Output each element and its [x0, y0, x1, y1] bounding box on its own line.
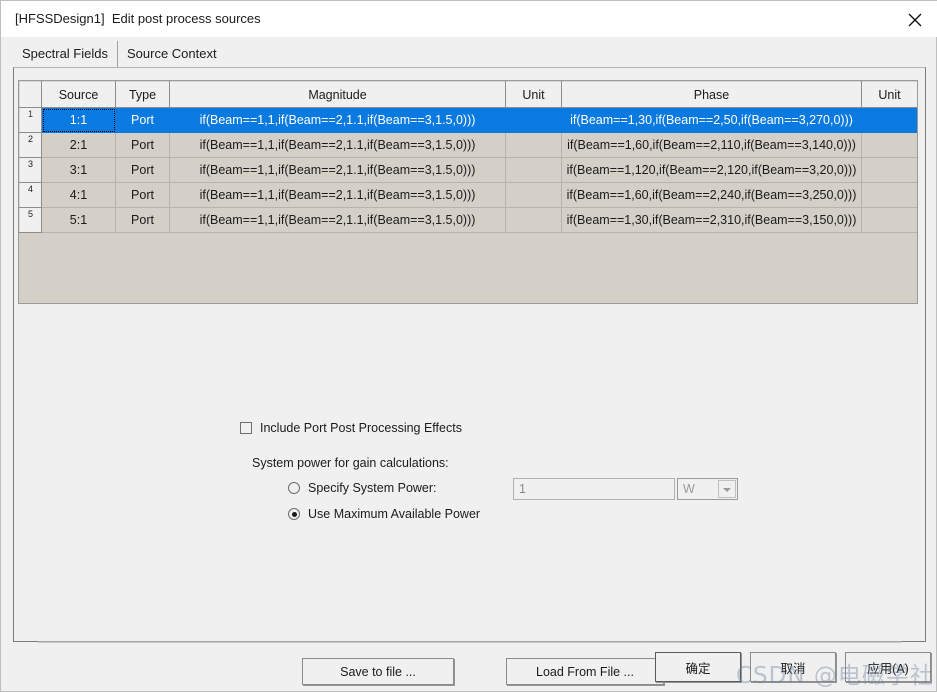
cell-type[interactable]: Port — [115, 182, 170, 208]
cell-magnitude[interactable]: if(Beam==1,1,if(Beam==2,1.1,if(Beam==3,1… — [169, 207, 506, 233]
column-header-phase[interactable]: Phase — [561, 81, 862, 108]
tab-strip: Spectral Fields Source Context — [13, 41, 226, 67]
column-header-corner — [19, 81, 42, 108]
checkbox-label: Include Port Post Processing Effects — [260, 421, 462, 435]
row-number[interactable]: 3 — [19, 157, 42, 183]
include-port-post-processing-effects-checkbox[interactable]: Include Port Post Processing Effects — [240, 421, 462, 435]
spectral-fields-panel: Source Type Magnitude Unit Phase Unit 1 … — [13, 67, 926, 685]
cancel-button[interactable]: 取消 — [750, 652, 836, 682]
cell-unit-phase[interactable] — [861, 207, 917, 233]
power-unit-select[interactable]: W — [677, 478, 738, 500]
column-header-source[interactable]: Source — [41, 81, 116, 108]
cell-magnitude[interactable]: if(Beam==1,1,if(Beam==2,1.1,if(Beam==3,1… — [169, 157, 506, 183]
cell-phase[interactable]: if(Beam==1,60,if(Beam==2,110,if(Beam==3,… — [561, 132, 862, 158]
cell-phase[interactable]: if(Beam==1,60,if(Beam==2,240,if(Beam==3,… — [561, 182, 862, 208]
cell-unit-magnitude[interactable] — [505, 207, 562, 233]
radio-button — [288, 508, 300, 520]
system-power-label: System power for gain calculations: — [252, 456, 449, 470]
row-number[interactable]: 4 — [19, 182, 42, 208]
cell-unit-phase[interactable] — [861, 107, 917, 133]
table-row[interactable]: 4 4:1 Port if(Beam==1,1,if(Beam==2,1.1,i… — [19, 182, 917, 208]
radio-use-maximum-available-power[interactable]: Use Maximum Available Power — [288, 507, 480, 521]
sources-table: Source Type Magnitude Unit Phase Unit 1 … — [19, 81, 917, 233]
sources-grid[interactable]: Source Type Magnitude Unit Phase Unit 1 … — [18, 80, 918, 304]
row-number[interactable]: 5 — [19, 207, 42, 233]
row-number[interactable]: 1 — [19, 107, 42, 133]
cell-source[interactable]: 4:1 — [41, 182, 116, 208]
apply-button[interactable]: 应用(A) — [845, 652, 931, 682]
radio-label: Use Maximum Available Power — [308, 507, 481, 521]
table-header-row: Source Type Magnitude Unit Phase Unit — [19, 81, 917, 108]
ok-button[interactable]: 确定 — [655, 652, 741, 682]
table-row[interactable]: 2 2:1 Port if(Beam==1,1,if(Beam==2,1.1,i… — [19, 132, 917, 158]
column-header-type[interactable]: Type — [115, 81, 170, 108]
checkbox-box — [240, 422, 252, 434]
cell-type[interactable]: Port — [115, 132, 170, 158]
cell-unit-magnitude[interactable] — [505, 157, 562, 183]
cell-unit-magnitude[interactable] — [505, 132, 562, 158]
title-bar: [HFSSDesign1] Edit post process sources — [1, 1, 937, 37]
system-power-input[interactable] — [513, 478, 675, 500]
cell-phase[interactable]: if(Beam==1,30,if(Beam==2,50,if(Beam==3,2… — [561, 107, 862, 133]
cell-source[interactable]: 3:1 — [41, 157, 116, 183]
cell-unit-magnitude[interactable] — [505, 182, 562, 208]
column-header-unit-phase[interactable]: Unit — [861, 81, 917, 108]
edit-post-process-sources-dialog: [HFSSDesign1] Edit post process sources … — [0, 0, 937, 692]
cell-unit-phase[interactable] — [861, 132, 917, 158]
load-from-file-button[interactable]: Load From File ... — [506, 658, 664, 685]
cell-unit-magnitude[interactable] — [505, 107, 562, 133]
cell-phase[interactable]: if(Beam==1,30,if(Beam==2,310,if(Beam==3,… — [561, 207, 862, 233]
cell-type[interactable]: Port — [115, 207, 170, 233]
close-icon — [908, 13, 922, 27]
table-row[interactable]: 3 3:1 Port if(Beam==1,1,if(Beam==2,1.1,i… — [19, 157, 917, 183]
cell-magnitude[interactable]: if(Beam==1,1,if(Beam==2,1.1,if(Beam==3,1… — [169, 107, 506, 133]
close-button[interactable] — [892, 1, 937, 37]
cell-phase[interactable]: if(Beam==1,120,if(Beam==2,120,if(Beam==3… — [561, 157, 862, 183]
cell-unit-phase[interactable] — [861, 182, 917, 208]
cell-source[interactable]: 1:1 — [41, 107, 116, 133]
power-unit-value: W — [683, 482, 695, 496]
table-row[interactable]: 1 1:1 Port if(Beam==1,1,if(Beam==2,1.1,i… — [19, 107, 917, 133]
chevron-down-icon — [718, 480, 736, 498]
cell-magnitude[interactable]: if(Beam==1,1,if(Beam==2,1.1,if(Beam==3,1… — [169, 132, 506, 158]
tab-spectral-fields[interactable]: Spectral Fields — [13, 41, 118, 67]
divider — [38, 641, 902, 643]
cell-source[interactable]: 5:1 — [41, 207, 116, 233]
cell-type[interactable]: Port — [115, 107, 170, 133]
save-to-file-button[interactable]: Save to file ... — [302, 658, 454, 685]
cell-magnitude[interactable]: if(Beam==1,1,if(Beam==2,1.1,if(Beam==3,1… — [169, 182, 506, 208]
grid-empty-area — [19, 233, 917, 303]
table-body: 1 1:1 Port if(Beam==1,1,if(Beam==2,1.1,i… — [19, 107, 917, 233]
cell-unit-phase[interactable] — [861, 157, 917, 183]
radio-specify-system-power[interactable]: Specify System Power: — [288, 481, 437, 495]
tab-source-context[interactable]: Source Context — [116, 41, 226, 67]
row-number[interactable]: 2 — [19, 132, 42, 158]
radio-button — [288, 482, 300, 494]
column-header-magnitude[interactable]: Magnitude — [169, 81, 506, 108]
radio-label: Specify System Power: — [308, 481, 437, 495]
window-title: [HFSSDesign1] Edit post process sources — [15, 11, 261, 26]
cell-source[interactable]: 2:1 — [41, 132, 116, 158]
table-row[interactable]: 5 5:1 Port if(Beam==1,1,if(Beam==2,1.1,i… — [19, 207, 917, 233]
cell-type[interactable]: Port — [115, 157, 170, 183]
column-header-unit-magnitude[interactable]: Unit — [505, 81, 562, 108]
